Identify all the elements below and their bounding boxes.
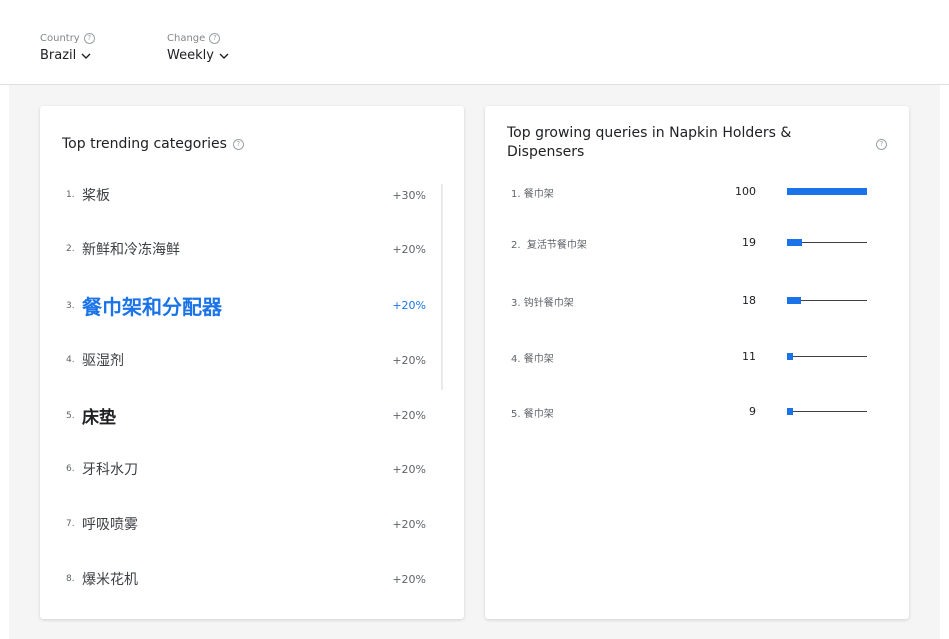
rank: 7. [66, 519, 75, 529]
change-dropdown[interactable]: Weekly [167, 48, 229, 63]
query-name: 餐巾架 [523, 409, 554, 420]
rank: 2. [511, 240, 521, 251]
query-row[interactable]: 1. 餐巾架 100 [511, 185, 873, 205]
category-name: 餐巾架和分配器 [82, 295, 222, 319]
help-icon[interactable]: ? [876, 139, 887, 150]
rank: 5. [511, 409, 521, 420]
category-name: 牙科水刀 [82, 462, 138, 478]
bar-track [787, 411, 867, 412]
rank: 4. [66, 355, 75, 365]
change-percent: +30% [392, 188, 426, 202]
change-percent: +20% [392, 242, 426, 256]
rank: 3. [66, 300, 75, 311]
query-row[interactable]: 2. 复活节餐巾架 19 [511, 236, 873, 256]
change-percent: +20% [392, 299, 426, 312]
country-filter-label: Country [40, 33, 80, 44]
category-name: 驱湿剂 [82, 353, 124, 369]
card-title: Top growing queries in Napkin Holders & … [507, 125, 792, 160]
value-bar [787, 353, 793, 360]
scrollbar[interactable] [441, 184, 443, 390]
category-row[interactable]: 4. 驱湿剂 +20% [66, 350, 426, 370]
category-row[interactable]: 6. 牙科水刀 +20% [66, 459, 426, 479]
value-bar [787, 239, 802, 246]
query-value: 9 [749, 405, 756, 418]
trending-categories-card: Top trending categories ? 1. 桨板 +30% 2. … [40, 106, 464, 619]
content-area: Top trending categories ? 1. 桨板 +30% 2. … [9, 85, 940, 639]
query-value: 19 [742, 236, 756, 249]
card-title: Top trending categories [62, 136, 227, 152]
bar-track [787, 356, 867, 357]
query-value: 11 [742, 350, 756, 363]
rank: 3. [511, 298, 521, 309]
query-row[interactable]: 4. 餐巾架 11 [511, 350, 873, 370]
query-row[interactable]: 3. 钩针餐巾架 18 [511, 294, 873, 314]
query-name: 钩针餐巾架 [523, 298, 574, 309]
query-name: 餐巾架 [523, 354, 554, 365]
category-name: 床垫 [82, 408, 116, 428]
filter-bar: Country ? Brazil Change ? Weekly [0, 0, 949, 85]
chevron-down-icon [219, 53, 229, 59]
change-percent: +20% [392, 517, 426, 531]
value-bar [787, 408, 793, 415]
category-row[interactable]: 7. 呼吸喷雾 +20% [66, 514, 426, 534]
query-row[interactable]: 5. 餐巾架 9 [511, 405, 873, 425]
country-value: Brazil [40, 48, 77, 63]
category-name: 爆米花机 [82, 572, 138, 588]
chevron-down-icon [81, 53, 91, 59]
change-filter-label: Change [167, 33, 206, 44]
change-percent: +20% [392, 462, 426, 476]
rank: 8. [66, 574, 75, 584]
help-icon[interactable]: ? [209, 33, 221, 44]
query-name: 餐巾架 [523, 189, 554, 200]
change-percent: +20% [392, 409, 426, 422]
change-filter[interactable]: Change ? Weekly [167, 33, 229, 63]
query-value: 18 [742, 294, 756, 307]
query-value: 100 [735, 185, 756, 198]
category-row[interactable]: 2. 新鲜和冷冻海鲜 +20% [66, 239, 426, 259]
category-row[interactable]: 5. 床垫 +20% [66, 403, 426, 428]
category-name: 桨板 [82, 188, 110, 204]
rank: 5. [66, 410, 75, 421]
help-icon[interactable]: ? [232, 139, 244, 150]
category-row-selected[interactable]: 3. 餐巾架和分配器 +20% [66, 291, 426, 320]
value-bar [787, 188, 867, 195]
rank: 2. [66, 244, 75, 254]
change-percent: +20% [392, 572, 426, 586]
country-filter[interactable]: Country ? Brazil [40, 33, 95, 63]
category-name: 新鲜和冷冻海鲜 [82, 242, 180, 258]
change-percent: +20% [392, 353, 426, 367]
value-bar [787, 297, 801, 304]
rank: 4. [511, 354, 521, 365]
country-dropdown[interactable]: Brazil [40, 48, 95, 63]
help-icon[interactable]: ? [83, 33, 95, 44]
category-name: 呼吸喷雾 [82, 517, 138, 533]
category-row[interactable]: 1. 桨板 +30% [66, 185, 426, 205]
change-value: Weekly [167, 48, 214, 63]
growing-queries-card: Top growing queries in Napkin Holders & … [485, 106, 909, 619]
rank: 6. [66, 464, 75, 474]
query-name: 复活节餐巾架 [526, 240, 587, 251]
rank: 1. [511, 189, 521, 200]
rank: 1. [66, 190, 75, 200]
category-row[interactable]: 8. 爆米花机 +20% [66, 569, 426, 589]
